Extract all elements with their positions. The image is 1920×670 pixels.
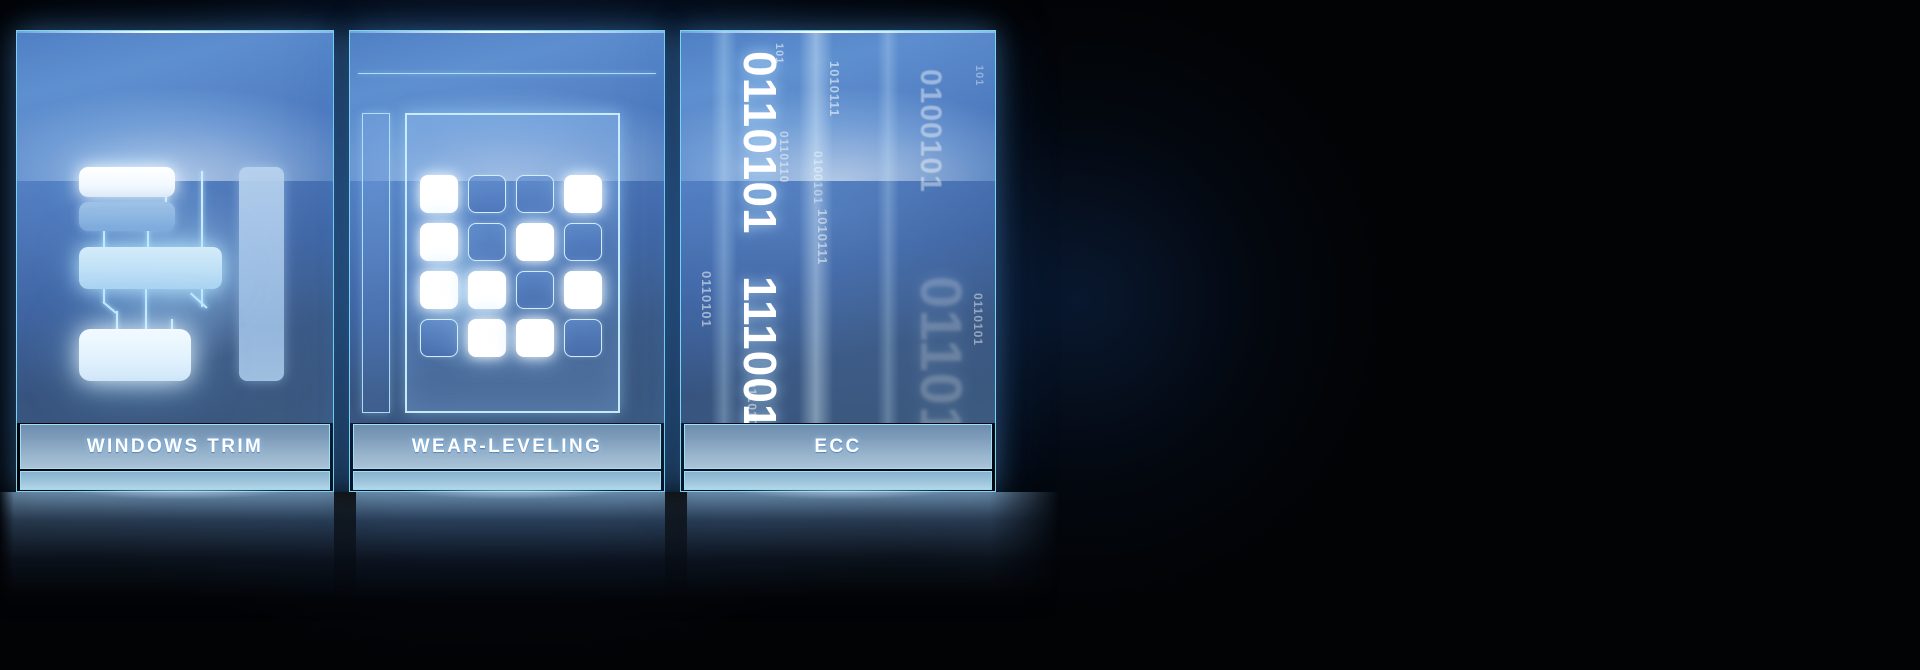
wear-cell-r2-c2 [468,223,506,261]
light-streak-3 [877,31,899,423]
ecc-binary-string-7: 1010111 [815,209,830,266]
wear-cell-r3-c2 [468,271,506,309]
wear-cell-r4-c2 [468,319,506,357]
panel-label-text: WINDOWS TRIM [86,435,264,457]
ecc-binary-string-4: 0110101 [908,276,973,423]
panel-windows-trim-body [17,31,333,423]
panel-wear-leveling[interactable]: WEAR-LEVELING [349,30,665,492]
panel-foot-strip [353,471,661,490]
wear-cell-r1-c4 [564,175,602,213]
ecc-binary-string-15: 101 [973,65,985,87]
panel-base-halo-3 [723,486,963,520]
scene-stage: WINDOWS TRIM WEAR-LEVELING 0110101 111001… [0,0,1920,670]
panel-top-highlight [350,31,664,33]
wear-cell-r2-c3 [516,223,554,261]
panel-ecc[interactable]: 0110101111001101001010110101111010101111… [680,30,996,492]
wear-cell-r2-c4 [564,223,602,261]
wear-header-divider [358,73,656,74]
wear-cell-r3-c4 [564,271,602,309]
ecc-binary-string-13: 101 [773,43,785,65]
ecc-binary-string-3: 0100101 [914,69,947,193]
panel-windows-trim[interactable]: WINDOWS TRIM [16,30,334,492]
panel-top-highlight [17,31,333,33]
wear-cell-r3-c3 [516,271,554,309]
floor-gap-1 [334,492,356,612]
panel-base-halo-1 [60,486,300,520]
panel-ecc-body: 0110101111001101001010110101111010101111… [681,31,995,423]
panel-base-halo-2 [392,486,632,520]
panel-label-ecc: ECC [684,424,992,469]
panel-label-windows-trim: WINDOWS TRIM [20,424,330,469]
trim-vertical-bar [239,167,284,381]
ecc-binary-string-10: 0100101 [811,151,825,205]
panel-foot-strip [684,471,992,490]
trim-node-3 [79,247,222,289]
floor-gap-2 [665,492,687,612]
wear-cell-r2-c1 [420,223,458,261]
wear-cell-r3-c1 [420,271,458,309]
trace-center-lower [145,289,147,333]
trace-right-riser [201,171,203,209]
wear-cell-r1-c1 [420,175,458,213]
ecc-binary-string-2: 1110011 [734,276,786,423]
wear-cell-r1-c3 [516,175,554,213]
wear-cell-r4-c3 [516,319,554,357]
trim-flow-diagram [53,141,310,408]
ecc-binary-string-12: 0110101 [971,293,985,347]
panel-label-text: WEAR-LEVELING [411,435,603,457]
trim-node-2 [79,202,175,231]
panel-top-highlight [681,31,995,33]
wear-cell-r4-c1 [420,319,458,357]
panel-label-wear-leveling: WEAR-LEVELING [353,424,661,469]
ecc-binary-string-11: 0110101 [745,381,759,423]
ecc-binary-string-8: 0110101 [699,271,714,328]
wear-cell-r1-c2 [468,175,506,213]
trim-node-1 [79,167,175,197]
wear-cell-grid [420,175,606,361]
trim-node-4 [79,329,191,381]
ecc-binary-string-6: 1010111 [827,61,842,118]
wear-left-bar [362,113,390,413]
panel-label-text: ECC [814,435,862,457]
panel-wear-leveling-body [350,31,664,423]
panel-foot-strip [20,471,330,490]
wear-cell-r4-c4 [564,319,602,357]
ecc-binary-string-9: 0110110 [777,131,791,184]
trace-right-riser-2 [201,209,203,249]
